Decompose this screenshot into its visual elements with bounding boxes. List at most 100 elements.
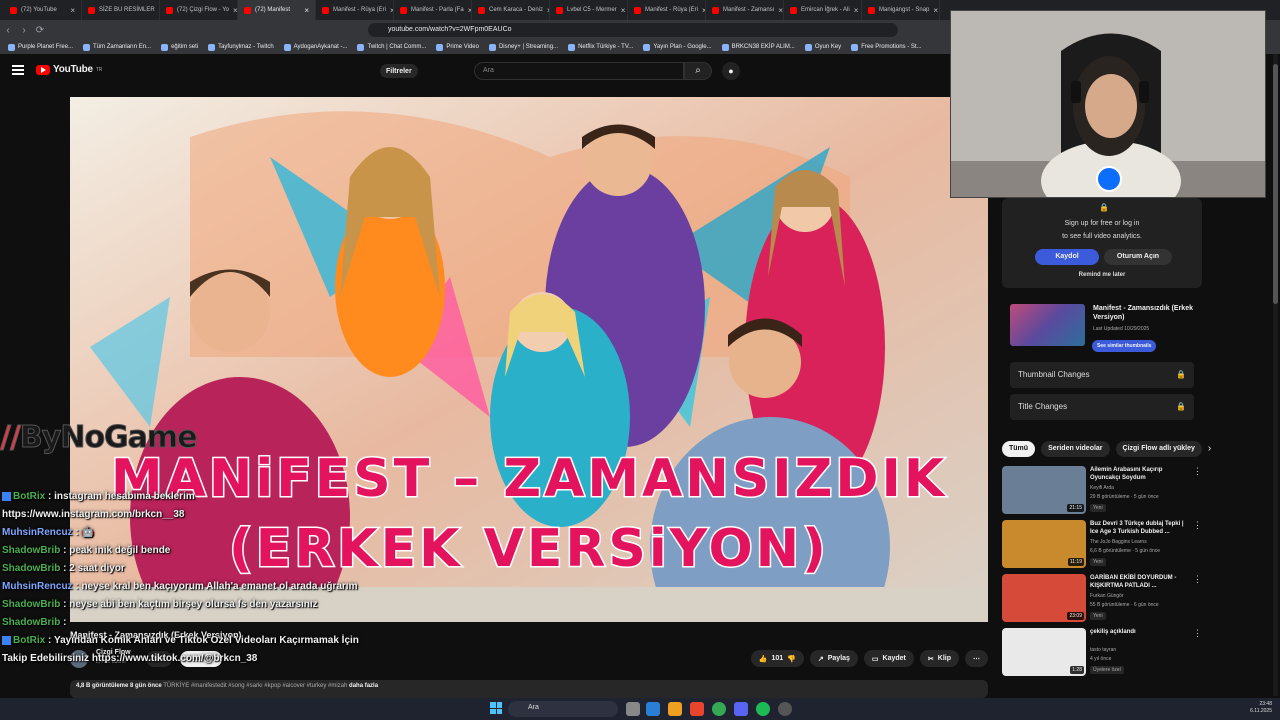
browser-tab[interactable]: Manifest - Rüya (Eri× [316, 0, 394, 20]
recommendation-thumbnail[interactable]: 23:09 [1002, 574, 1086, 622]
browser-tab[interactable]: SİZE BU RESİMLER× [82, 0, 160, 20]
hamburger-menu-icon[interactable] [12, 65, 24, 75]
recommendation-title[interactable]: Ailemin Arabasını Kaçırıp Oyuncakçı Soyd… [1090, 466, 1190, 482]
save-button[interactable]: ▭ Kaydet [863, 650, 914, 667]
like-button[interactable]: 👍 101 👎 [750, 650, 804, 667]
browser-tab[interactable]: (72) Manifest × [238, 0, 316, 20]
recommendation-channel[interactable]: tasto tayran [1090, 647, 1116, 653]
browser-tab[interactable]: Manigangst - Snap × [862, 0, 940, 20]
windows-start-icon[interactable] [490, 702, 502, 714]
title-changes-row[interactable]: 🔒 Title Changes [1010, 394, 1194, 420]
recommendation-channel[interactable]: Keyifi Arda [1090, 485, 1114, 491]
recommendation-channel[interactable]: The JoJo Baggins Learns [1090, 539, 1147, 545]
description-box[interactable]: 4,8 B görüntüleme 8 gün önce TÜRKİYE #ma… [70, 680, 988, 698]
close-icon[interactable]: × [933, 6, 938, 15]
bookmark-item[interactable]: Tayfunylmaz - Twitch [208, 43, 274, 51]
recommendation-thumbnail[interactable]: 1:28 [1002, 628, 1086, 676]
close-icon[interactable]: × [304, 6, 309, 15]
more-vertical-icon[interactable]: ⋮ [1193, 628, 1202, 639]
more-actions-button[interactable]: ⋯ [965, 650, 988, 667]
spotify-icon[interactable] [756, 702, 770, 716]
recommendation-title[interactable]: GARİBAN EKİBİ DOYURDUM - KIŞKIRTMA PATLA… [1090, 574, 1190, 590]
filter-chip[interactable]: Seriden videolar [1041, 441, 1110, 457]
browser-tab[interactable]: (72) Çizgi Flow - Yo × [160, 0, 238, 20]
recommendation-item[interactable]: 11:19 Buz Devri 3 Türkçe dublaj Tepki | I… [1002, 518, 1202, 572]
bookmark-item[interactable]: Tüm Zamanların En... [83, 43, 151, 51]
more-vertical-icon[interactable]: ⋮ [1193, 520, 1202, 531]
similar-thumbnails-button[interactable]: See similar thumbnails [1092, 340, 1157, 352]
browser-tab[interactable]: Lvbel C5 - Mermer × [550, 0, 628, 20]
recommendation-title[interactable]: çekiliş açıklandı [1090, 628, 1190, 636]
more-link[interactable]: daha fazla [349, 683, 378, 689]
remind-later-link[interactable]: Remind me later [1002, 272, 1202, 278]
forward-icon[interactable]: › [16, 25, 32, 36]
browser-tab[interactable]: (72) YouTube × [4, 0, 82, 20]
bookmark-item[interactable]: Oyun Key [804, 43, 841, 51]
search-placeholder: Ara [483, 67, 494, 74]
taskbar-clock[interactable]: 23:48 6.11.2025 [1250, 701, 1272, 715]
chrome-icon[interactable] [712, 702, 726, 716]
tab-label: Lvbel C5 - Mermer [567, 7, 617, 13]
close-icon[interactable]: × [778, 6, 783, 15]
close-icon[interactable]: × [233, 6, 237, 15]
task-view-icon[interactable] [626, 702, 640, 716]
signup-line1: Sign up for free or log in [1064, 220, 1140, 227]
filters-button[interactable]: Filtreler [380, 64, 418, 78]
browser-tab[interactable]: Cem Karaca - Deniz× [472, 0, 550, 20]
more-vertical-icon[interactable]: ⋮ [1193, 574, 1202, 585]
obs-icon[interactable] [778, 702, 792, 716]
back-icon[interactable]: ‹ [0, 25, 16, 36]
bookmark-item[interactable]: Twitch | Chat Comm... [357, 43, 426, 51]
page-scrollbar[interactable] [1273, 54, 1278, 696]
share-button[interactable]: ↗ Paylaş [809, 650, 858, 667]
brave-browser-icon[interactable] [690, 702, 704, 716]
browser-tab[interactable]: Manifest - Zamansı × [706, 0, 784, 20]
recommendation-item[interactable]: 21:15 Ailemin Arabasını Kaçırıp Oyuncakçı… [1002, 464, 1202, 518]
hashtags[interactable]: #manifestedit #song #sarkı #kpop #aicove… [191, 683, 347, 689]
thumbnail-changes-row[interactable]: 🔒 Thumbnail Changes [1010, 362, 1194, 388]
microphone-icon[interactable]: ● [722, 62, 740, 80]
browser-tab[interactable]: Manifest - Parla (Fa × [394, 0, 472, 20]
recommendation-title[interactable]: Buz Devri 3 Türkçe dublaj Tepki | Ice Ag… [1090, 520, 1190, 536]
more-vertical-icon[interactable]: ⋮ [1193, 466, 1202, 477]
recommendation-item[interactable]: 1:28 çekiliş açıklandı tasto tayran 4 yıl ö… [1002, 626, 1202, 680]
bookmark-favicon-icon [8, 43, 15, 51]
recommendation-item[interactable]: 23:09 GARİBAN EKİBİ DOYURDUM - KIŞKIRTMA … [1002, 572, 1202, 626]
signup-button[interactable]: Kaydol [1035, 249, 1099, 265]
bookmark-item[interactable]: Purple Planet Free... [8, 43, 74, 51]
file-explorer-icon[interactable] [668, 702, 682, 716]
browser-tab[interactable]: Manifest - Rüya (Eri× [628, 0, 706, 20]
discord-icon[interactable] [734, 702, 748, 716]
bookmark-item[interactable]: Prime Video [436, 43, 479, 51]
login-button[interactable]: Oturum Açın [1104, 249, 1172, 265]
bookmark-item[interactable]: Disney+ | Streaming... [488, 43, 558, 51]
bookmark-item[interactable]: Free Promotions - St... [851, 43, 922, 51]
app-icon[interactable] [646, 702, 660, 716]
youtube-logo[interactable]: YouTube TR [36, 64, 102, 75]
browser-tab[interactable]: Emircan İğrek - Ali × [784, 0, 862, 20]
search-input[interactable]: Ara [474, 62, 684, 80]
bookmark-item[interactable]: Yayın Plan - Google... [643, 43, 712, 51]
close-icon[interactable]: × [70, 6, 75, 15]
bookmark-item[interactable]: BRKCN38 EKİP ALIM... [721, 43, 795, 51]
taskbar-search[interactable]: Ara [508, 701, 618, 717]
recommendation-thumbnail[interactable]: 11:19 [1002, 520, 1086, 568]
bookmark-item[interactable]: eğitim seti [161, 43, 198, 51]
filter-chip[interactable]: Tümü [1002, 441, 1036, 457]
search-icon[interactable]: ⌕ [684, 62, 712, 80]
scrollbar-thumb[interactable] [1273, 64, 1278, 304]
clip-button[interactable]: ✂ Klip [919, 650, 959, 667]
bookmark-item[interactable]: AydoganAykanat -... [283, 43, 347, 51]
address-bar[interactable]: youtube.com/watch?v=2WFpm0EAUCo [368, 23, 898, 37]
recommendation-thumbnail[interactable]: 21:15 [1002, 466, 1086, 514]
close-icon[interactable]: × [621, 6, 626, 15]
tab-favicon-icon [244, 6, 251, 14]
thumbs-down-icon[interactable]: 👎 [787, 655, 796, 663]
recommendation-channel[interactable]: Furkan Güngör [1090, 593, 1124, 599]
bookmark-label: Purple Planet Free... [18, 44, 74, 50]
filter-chip[interactable]: Çizgi Flow adlı yükley [1115, 441, 1202, 457]
close-icon[interactable]: × [854, 6, 859, 15]
chevron-right-icon[interactable]: › [1208, 441, 1211, 457]
bookmark-item[interactable]: Netflix Türkiye - TV... [568, 43, 633, 51]
reload-icon[interactable]: ⟳ [32, 25, 48, 36]
